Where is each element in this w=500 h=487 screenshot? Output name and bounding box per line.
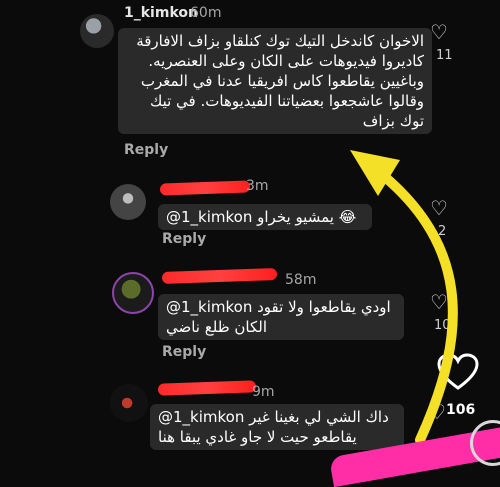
- comment-thread: 1_kimkon 60m الاخوان كاندخل التيك توك كن…: [0, 0, 500, 487]
- annotation-arrow: [350, 150, 458, 445]
